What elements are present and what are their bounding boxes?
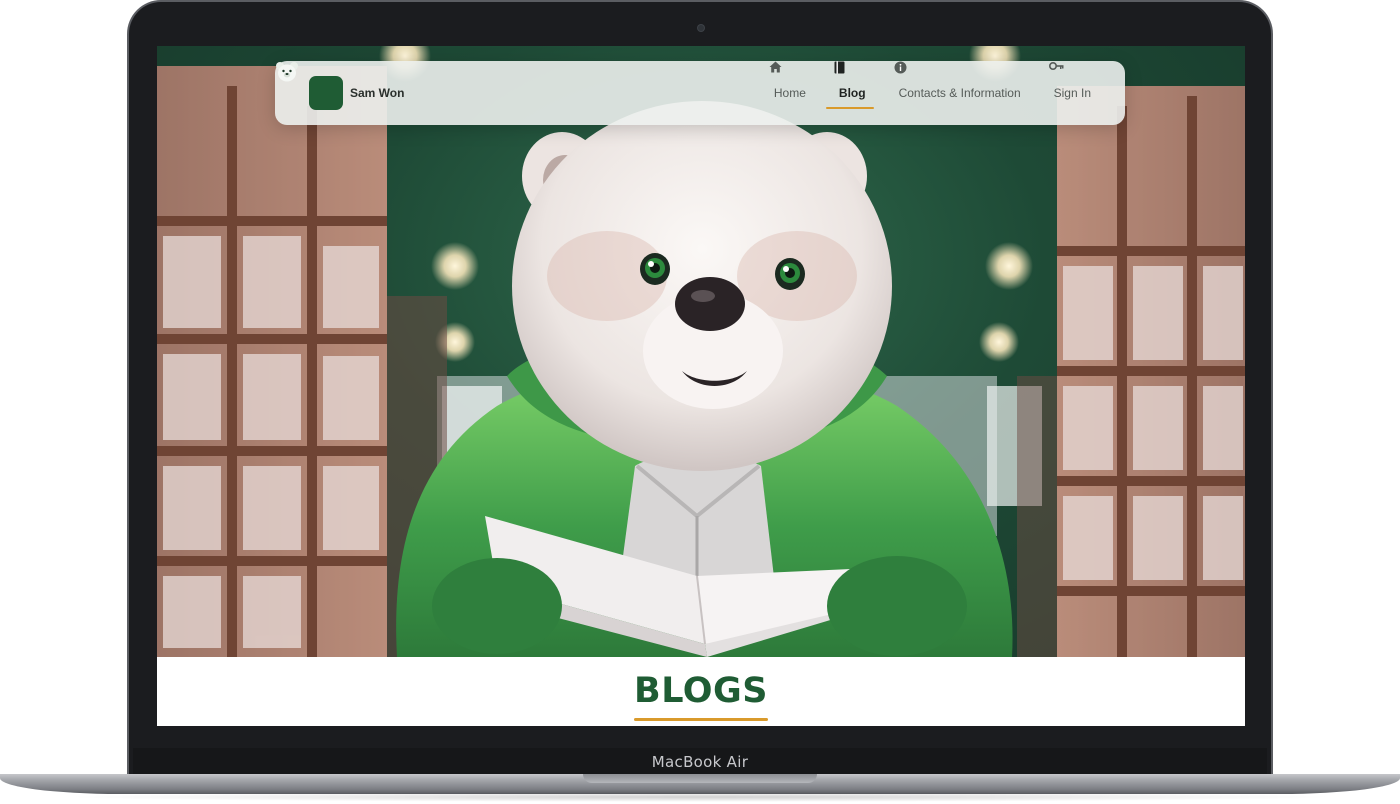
nav-links: Home Blog Contacts & Information Sign In <box>769 61 1091 125</box>
nav-link-label: Sign In <box>1053 86 1091 100</box>
nav-link-sign-in[interactable]: Sign In <box>1048 61 1091 125</box>
laptop-notch <box>583 774 817 783</box>
title-underline <box>634 718 768 721</box>
nav-link-label: Home <box>773 86 806 100</box>
brand-name[interactable]: Sam Won <box>350 86 404 100</box>
browser-screen: Sam Won Home Blog Contacts & Information… <box>157 46 1245 726</box>
section-title: BLOGS <box>634 671 768 711</box>
blogs-section: BLOGS <box>157 657 1245 726</box>
laptop-chin: MacBook Air <box>133 748 1267 775</box>
nav-link-label: Contacts & Information <box>898 86 1021 100</box>
device-label: MacBook Air <box>651 752 749 771</box>
nav-link-home[interactable]: Home <box>769 61 806 125</box>
camera-icon <box>698 25 704 31</box>
top-navbar: Sam Won Home Blog Contacts & Information… <box>275 61 1125 125</box>
nav-link-label: Blog <box>838 86 866 100</box>
hero-banner: Sam Won Home Blog Contacts & Information… <box>157 46 1245 657</box>
hero-illustration <box>157 46 1245 657</box>
nav-link-blog[interactable]: Blog <box>825 61 874 125</box>
nav-link-contacts[interactable]: Contacts & Information <box>894 61 1021 125</box>
laptop-shadow <box>60 792 1340 802</box>
brand-logo[interactable] <box>276 62 343 110</box>
